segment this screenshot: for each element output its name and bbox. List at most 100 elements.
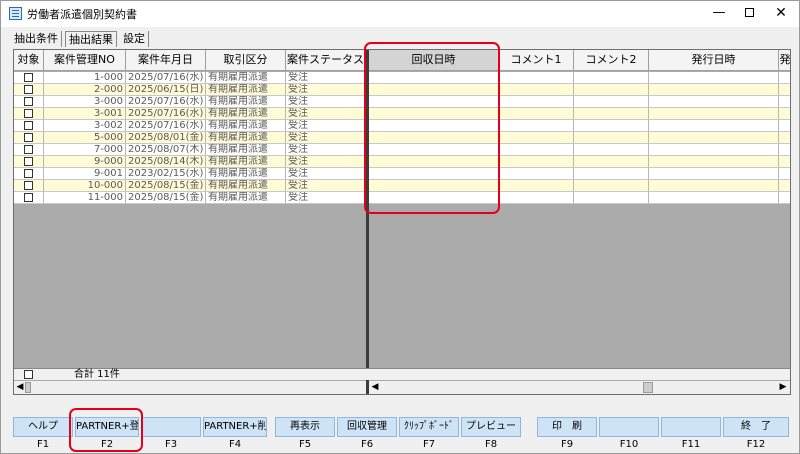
- cell-date[interactable]: 2025/08/15(金): [126, 180, 206, 192]
- close-button[interactable]: ✕: [761, 1, 800, 27]
- row-select-cell[interactable]: [14, 192, 44, 204]
- col-header-case-status[interactable]: 案件ステータス: [286, 50, 366, 71]
- print-button[interactable]: 印 刷: [537, 417, 597, 437]
- empty-cell[interactable]: [574, 120, 649, 132]
- cell-status[interactable]: 受注: [286, 108, 366, 120]
- cell-date[interactable]: 2025/07/16(水): [126, 108, 206, 120]
- row-select-cell[interactable]: [14, 180, 44, 192]
- row-select-cell[interactable]: [14, 132, 44, 144]
- cell-kubun[interactable]: 有期雇用派遣: [206, 192, 286, 204]
- col-header-comment1[interactable]: コメント1: [499, 50, 574, 71]
- cell-status[interactable]: 受注: [286, 96, 366, 108]
- table-row[interactable]: 9-000 2025/08/14(木) 有期雇用派遣 受注: [14, 156, 790, 168]
- partner-register-button[interactable]: PARTNER+登録: [75, 417, 139, 437]
- help-button[interactable]: ヘルプ: [13, 417, 73, 437]
- partner-delete-button[interactable]: PARTNER+削除: [203, 417, 267, 437]
- collection-management-button[interactable]: 回収管理: [337, 417, 397, 437]
- empty-cell[interactable]: [369, 156, 499, 168]
- row-select-cell[interactable]: [14, 156, 44, 168]
- col-header-transaction-type[interactable]: 取引区分: [206, 50, 286, 71]
- empty-cell[interactable]: [574, 108, 649, 120]
- empty-cell[interactable]: [499, 156, 574, 168]
- cell-kubun[interactable]: 有期雇用派遣: [206, 144, 286, 156]
- col-header-case-no[interactable]: 案件管理NO: [44, 50, 126, 71]
- empty-cell[interactable]: [574, 144, 649, 156]
- empty-cell[interactable]: [649, 168, 779, 180]
- tab-extract-results[interactable]: 抽出結果: [65, 31, 117, 47]
- f3-button[interactable]: [141, 417, 201, 437]
- cell-kubun[interactable]: 有期雇用派遣: [206, 168, 286, 180]
- empty-cell[interactable]: [369, 72, 499, 84]
- table-row[interactable]: 9-001 2023/02/15(水) 有期雇用派遣 受注: [14, 168, 790, 180]
- frozen-column-splitter[interactable]: [366, 50, 369, 394]
- table-row[interactable]: 5-000 2025/08/01(金) 有期雇用派遣 受注: [14, 132, 790, 144]
- table-row[interactable]: 2-000 2025/06/15(日) 有期雇用派遣 受注: [14, 84, 790, 96]
- col-header-issue-datetime[interactable]: 発行日時: [649, 50, 779, 71]
- empty-cell[interactable]: [369, 132, 499, 144]
- empty-cell[interactable]: [499, 84, 574, 96]
- cell-no[interactable]: 3-000: [44, 96, 126, 108]
- cell-no[interactable]: 5-000: [44, 132, 126, 144]
- empty-cell[interactable]: [779, 180, 790, 192]
- scroll-left-arrow-icon[interactable]: ◀: [15, 382, 25, 393]
- row-checkbox[interactable]: [24, 181, 33, 190]
- row-checkbox[interactable]: [24, 109, 33, 118]
- empty-cell[interactable]: [574, 168, 649, 180]
- select-all-checkbox[interactable]: [24, 370, 33, 379]
- empty-cell[interactable]: [649, 84, 779, 96]
- cell-no[interactable]: 3-002: [44, 120, 126, 132]
- empty-cell[interactable]: [499, 132, 574, 144]
- cell-no[interactable]: 2-000: [44, 84, 126, 96]
- empty-cell[interactable]: [779, 156, 790, 168]
- empty-cell[interactable]: [779, 72, 790, 84]
- empty-cell[interactable]: [779, 120, 790, 132]
- scroll-thumb[interactable]: [643, 382, 653, 393]
- cell-no[interactable]: 10-000: [44, 180, 126, 192]
- cell-date[interactable]: 2025/08/07(木): [126, 144, 206, 156]
- row-checkbox[interactable]: [24, 73, 33, 82]
- row-select-cell[interactable]: [14, 144, 44, 156]
- scroll-right-arrow-icon[interactable]: ▶: [778, 382, 788, 393]
- cell-date[interactable]: 2025/07/16(水): [126, 96, 206, 108]
- cell-kubun[interactable]: 有期雇用派遣: [206, 72, 286, 84]
- empty-cell[interactable]: [499, 192, 574, 204]
- table-row[interactable]: 3-001 2025/07/16(水) 有期雇用派遣 受注: [14, 108, 790, 120]
- table-row[interactable]: 3-000 2025/07/16(水) 有期雇用派遣 受注: [14, 96, 790, 108]
- col-header-collection-datetime[interactable]: 回収日時: [369, 50, 499, 71]
- scroll-thumb[interactable]: [25, 382, 31, 393]
- cell-status[interactable]: 受注: [286, 180, 366, 192]
- cell-no[interactable]: 3-001: [44, 108, 126, 120]
- col-header-truncated[interactable]: 発: [779, 50, 790, 71]
- row-select-cell[interactable]: [14, 96, 44, 108]
- empty-cell[interactable]: [499, 72, 574, 84]
- cell-kubun[interactable]: 有期雇用派遣: [206, 96, 286, 108]
- row-select-cell[interactable]: [14, 120, 44, 132]
- empty-cell[interactable]: [369, 96, 499, 108]
- empty-cell[interactable]: [779, 96, 790, 108]
- f11-button[interactable]: [661, 417, 721, 437]
- tab-extract-conditions[interactable]: 抽出条件: [11, 31, 62, 47]
- cell-date[interactable]: 2025/08/15(金): [126, 192, 206, 204]
- table-row[interactable]: 1-000 2025/07/16(水) 有期雇用派遣 受注: [14, 72, 790, 84]
- table-row[interactable]: 11-000 2025/08/15(金) 有期雇用派遣 受注: [14, 192, 790, 204]
- empty-cell[interactable]: [369, 144, 499, 156]
- exit-button[interactable]: 終 了: [723, 417, 789, 437]
- row-select-cell[interactable]: [14, 168, 44, 180]
- empty-cell[interactable]: [369, 180, 499, 192]
- empty-cell[interactable]: [649, 144, 779, 156]
- cell-kubun[interactable]: 有期雇用派遣: [206, 84, 286, 96]
- empty-cell[interactable]: [499, 180, 574, 192]
- col-header-target[interactable]: 対象: [14, 50, 44, 71]
- empty-cell[interactable]: [574, 72, 649, 84]
- empty-cell[interactable]: [499, 144, 574, 156]
- empty-cell[interactable]: [779, 132, 790, 144]
- cell-date[interactable]: 2025/06/15(日): [126, 84, 206, 96]
- cell-status[interactable]: 受注: [286, 120, 366, 132]
- empty-cell[interactable]: [499, 96, 574, 108]
- row-checkbox[interactable]: [24, 145, 33, 154]
- empty-cell[interactable]: [649, 108, 779, 120]
- empty-cell[interactable]: [574, 132, 649, 144]
- table-row[interactable]: 3-002 2025/07/16(水) 有期雇用派遣 受注: [14, 120, 790, 132]
- empty-cell[interactable]: [369, 192, 499, 204]
- empty-cell[interactable]: [649, 72, 779, 84]
